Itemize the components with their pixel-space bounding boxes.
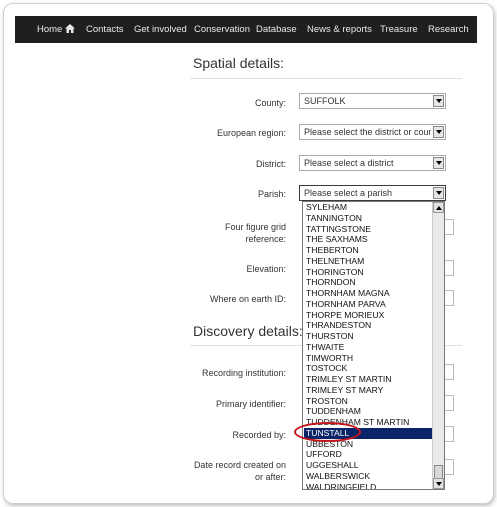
recorded-by-input[interactable] [445,426,454,442]
parish-option[interactable]: UFFORD [304,449,432,460]
parish-option[interactable]: WALDRINGFIELD [304,482,432,490]
annotation-circle [294,422,361,442]
elevation-label: Elevation: [246,264,286,274]
parish-option[interactable]: TOSTOCK [304,363,432,374]
elevation-input[interactable] [445,260,454,276]
date-label-line-1: Date record created on [193,460,286,470]
parish-option[interactable]: THURSTON [304,331,432,342]
parish-option[interactable]: TRIMLEY ST MARY [304,385,432,396]
grid-reference-input[interactable] [445,219,454,235]
parish-option[interactable]: THRANDESTON [304,320,432,331]
parish-option[interactable]: THORPE MORIEUX [304,310,432,321]
main-nav: Home Contacts Get involved Conservation … [15,16,477,43]
parish-option[interactable]: WALBERSWICK [304,471,432,482]
nav-database[interactable]: Database [256,16,297,43]
nav-treasure[interactable]: Treasure [380,16,418,43]
recording-institution-label: Recording institution: [201,368,286,378]
grid-label-line-1: Four figure grid [224,222,286,232]
parish-option[interactable]: THWAITE [304,342,432,353]
parish-option[interactable]: SYLEHAM [304,202,432,213]
nav-home-label: Home [37,24,63,35]
grid-reference-label: Four figure grid reference: [180,221,286,245]
scroll-up-arrow-icon[interactable] [433,202,444,213]
where-on-earth-label: Where on earth ID: [209,294,286,304]
region-value: Please select the district or county [304,127,431,137]
nav-news-reports[interactable]: News & reports [307,16,372,43]
scroll-down-arrow-icon[interactable] [433,478,444,489]
discovery-details-title: Discovery details: [193,323,303,339]
home-icon [65,24,76,33]
district-label: District: [256,159,286,169]
parish-option[interactable]: THORINGTON [304,267,432,278]
primary-identifier-input[interactable] [445,395,454,411]
parish-option[interactable]: TRIMLEY ST MARTIN [304,374,432,385]
district-value: Please select a district [304,158,394,168]
chevron-down-icon [433,187,444,199]
parish-option[interactable]: UGGESHALL [304,460,432,471]
dropdown-scrollbar[interactable] [432,202,444,489]
chevron-down-icon [433,126,444,138]
parish-value: Please select a parish [304,188,393,198]
parish-option[interactable]: TROSTON [304,396,432,407]
parish-option[interactable]: THORNHAM PARVA [304,299,432,310]
recorded-by-label: Recorded by: [232,430,286,440]
date-label-line-2: or after: [254,472,286,482]
parish-option[interactable]: THE SAXHAMS [304,234,432,245]
parish-dropdown-list[interactable]: SYLEHAM TANNINGTON TATTINGSTONE THE SAXHAMS… [302,201,445,490]
parish-option[interactable]: TATTINGSTONE [304,224,432,235]
parish-option[interactable]: THELNETHAM [304,256,432,267]
parish-select[interactable]: Please select a parish [299,185,446,201]
chevron-down-icon [433,95,444,107]
parish-option[interactable]: TUDDENHAM [304,406,432,417]
chevron-down-icon [433,157,444,169]
grid-label-line-2: reference: [245,234,286,244]
district-select[interactable]: Please select a district [299,155,446,171]
county-select[interactable]: SUFFOLK [299,93,446,109]
nav-contacts[interactable]: Contacts [86,16,124,43]
nav-conservation[interactable]: Conservation [194,16,250,43]
parish-option[interactable]: THORNDON [304,277,432,288]
section-divider [190,78,462,79]
parish-label: Parish: [257,189,286,199]
where-on-earth-input[interactable] [445,290,454,306]
date-created-input[interactable] [445,459,454,475]
region-label: European region: [216,128,286,138]
recording-institution-input[interactable] [445,364,454,380]
parish-option[interactable]: THORNHAM MAGNA [304,288,432,299]
primary-identifier-label: Primary identifier: [215,399,286,409]
spatial-details-title: Spatial details: [193,55,285,71]
county-value: SUFFOLK [304,96,346,106]
nav-research[interactable]: Research [428,16,469,43]
parish-option[interactable]: TIMWORTH [304,353,432,364]
nav-get-involved[interactable]: Get involved [134,16,187,43]
parish-option[interactable]: THEBERTON [304,245,432,256]
date-created-label: Date record created on or after: [180,459,286,483]
nav-home[interactable]: Home [37,16,76,43]
region-select[interactable]: Please select the district or county [299,124,446,140]
parish-option[interactable]: TANNINGTON [304,213,432,224]
county-label: County: [254,98,286,108]
